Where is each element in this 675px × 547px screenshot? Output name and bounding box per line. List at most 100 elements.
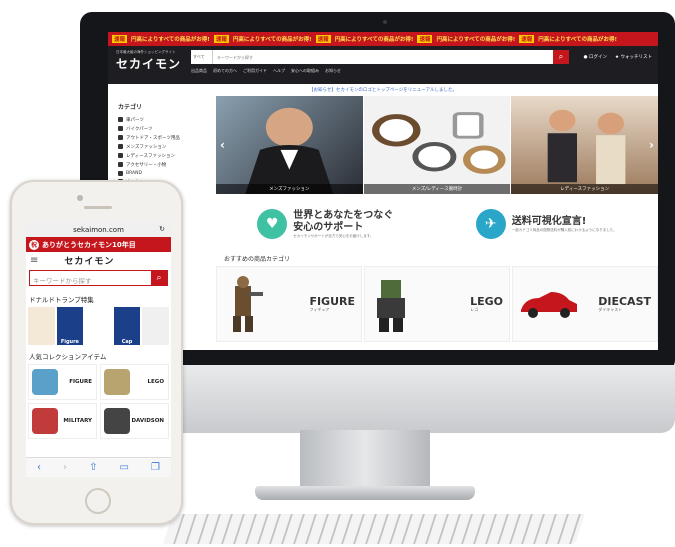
- promo-title: 送料可視化宣言!: [511, 215, 587, 227]
- hero-slide-watches[interactable]: メンズ/レディース腕時計: [363, 96, 511, 194]
- home-button[interactable]: [85, 488, 111, 514]
- hero-carousel[interactable]: メンズファッション メンズ/レディース腕時計 レディースファッション ‹ ›: [216, 96, 658, 194]
- sidebar-item-label: レディースファッション: [126, 153, 175, 159]
- subnav-item[interactable]: ヘルプ: [273, 68, 285, 74]
- tabs-icon[interactable]: ❐: [151, 462, 160, 473]
- ticker-tag: 速報: [213, 35, 229, 43]
- ticker-tag: 速報: [417, 35, 433, 43]
- promo-row: ♥ 世界とあなたをつなぐ 安心のサポート セカイモンサポートが全力で安心をお届け…: [216, 194, 658, 254]
- collection-card-harley[interactable]: HARLEY DAVIDSON: [100, 403, 169, 439]
- promo-title-2: 安心のサポート: [293, 221, 364, 233]
- bookmarks-icon[interactable]: ▭: [120, 462, 129, 473]
- search-input[interactable]: [213, 50, 554, 64]
- ticker-tag: 速報: [519, 35, 535, 43]
- shirt-icon: [118, 144, 123, 149]
- mobile-search-bar: キーワードから探す ⌕: [29, 270, 168, 286]
- search-bar: すべて ⌕: [191, 50, 570, 64]
- trump-section-title: ドナルドトランプ特集: [29, 296, 94, 304]
- sub-navigation: 出品商品 初めての方へ ご利用ガイド ヘルプ 安心への取組み お知らせ: [191, 68, 569, 74]
- chevron-right-icon[interactable]: ›: [649, 138, 654, 152]
- share-icon[interactable]: ⇧: [89, 462, 97, 473]
- address-url: sekaimon.com: [73, 225, 124, 234]
- ticker-text: 円高によりすべての商品がお得!: [131, 37, 210, 43]
- category-card-figure[interactable]: FIGURE フィギュア: [216, 266, 362, 342]
- search-button[interactable]: ⌕: [553, 50, 570, 64]
- hero-slide-ladies[interactable]: レディースファッション: [511, 96, 658, 194]
- sidebar-item-bike-parts[interactable]: バイクパーツ: [114, 124, 212, 133]
- subnav-item[interactable]: ご利用ガイド: [243, 68, 267, 74]
- star-icon: ★: [615, 55, 620, 60]
- user-icon: ●: [583, 55, 588, 60]
- collection-grid: FIGURE LEGO MILITARY HARLEY DAVIDSON: [26, 364, 171, 439]
- category-card-lego[interactable]: LEGO レゴ: [364, 266, 510, 342]
- mobile-logo[interactable]: セカイモン: [64, 254, 114, 267]
- trump-tile[interactable]: [28, 307, 55, 345]
- collection-card-figure[interactable]: FIGURE: [28, 364, 97, 400]
- subnav-item[interactable]: 初めての方へ: [213, 68, 237, 74]
- speaker-grille: [84, 206, 112, 209]
- ticker-tag: 速報: [315, 35, 331, 43]
- category-card-diecast[interactable]: DIECAST ダイキャスト: [512, 266, 658, 342]
- collection-label: LEGO: [147, 379, 164, 385]
- sidebar-item-brand[interactable]: BRAND: [114, 169, 212, 177]
- collection-card-military[interactable]: MILITARY: [28, 403, 97, 439]
- search-category-select[interactable]: すべて: [191, 50, 214, 64]
- sidebar-item-accessories[interactable]: アクセサリー・小物: [114, 160, 212, 169]
- outdoor-icon: [118, 135, 123, 140]
- keyboard: [163, 514, 585, 544]
- logo-block[interactable]: 日本最大級の海外ショッピングサイト セカイモン: [116, 50, 181, 72]
- tile-label: Cap: [121, 339, 133, 345]
- trump-tile[interactable]: Figure: [56, 307, 84, 345]
- back-icon[interactable]: ‹: [37, 462, 41, 473]
- collection-card-lego[interactable]: LEGO: [100, 364, 169, 400]
- promo-support[interactable]: ♥ 世界とあなたをつなぐ 安心のサポート セカイモンサポートが全力で安心をお届け…: [257, 209, 393, 239]
- military-thumb: [32, 408, 58, 434]
- figure-image: [233, 276, 263, 332]
- trump-tile[interactable]: Cap: [113, 307, 141, 345]
- collection-label: FIGURE: [69, 379, 92, 385]
- watchlist-link[interactable]: ★ ウォッチリスト: [615, 54, 652, 60]
- notice-banner[interactable]: 【お知らせ】セカイモンのロゴとトップページをリニューアルしました。: [108, 84, 658, 96]
- category-name: FIGURE: [309, 294, 355, 308]
- hero-caption: メンズファッション: [216, 184, 363, 194]
- sidebar-item-outdoor[interactable]: アウトドア・スポーツ用品: [114, 133, 212, 142]
- mobile-search-button[interactable]: ⌕: [151, 271, 167, 285]
- sidebar-item-label: メンズファッション: [126, 144, 167, 150]
- anniversary-banner[interactable]: 祝 ありがとうセカイモン10年目: [26, 237, 171, 252]
- login-label: ログイン: [589, 55, 608, 60]
- sidebar-item-ladies[interactable]: レディースファッション: [114, 151, 212, 160]
- forward-icon[interactable]: ›: [63, 462, 67, 473]
- motorcycle-thumb: [104, 408, 130, 434]
- login-link[interactable]: ● ログイン: [584, 54, 607, 60]
- sidebar-item-car-parts[interactable]: 車パーツ: [114, 115, 212, 124]
- news-ticker[interactable]: 速報 円高によりすべての商品がお得! 速報 円高によりすべての商品がお得! 速報 円高…: [108, 32, 658, 46]
- category-name: DIECAST: [598, 294, 651, 308]
- address-bar[interactable]: sekaimon.com ↻: [26, 222, 171, 237]
- subnav-item[interactable]: 安心への取組み: [291, 68, 319, 74]
- desktop-screen: 速報 円高によりすべての商品がお得! 速報 円高によりすべての商品がお得! 速報 円高…: [108, 32, 658, 350]
- car-parts-icon: [118, 117, 123, 122]
- figure-thumb: [32, 369, 58, 395]
- promo-title: 世界とあなたをつなぐ: [293, 209, 394, 221]
- sidebar-item-label: BRAND: [126, 170, 142, 176]
- mobile-search-input[interactable]: キーワードから探す: [30, 271, 151, 285]
- subnav-item[interactable]: 出品商品: [191, 68, 207, 74]
- category-name: LEGO: [470, 294, 503, 308]
- ticker-text: 円高によりすべての商品がお得!: [538, 37, 618, 43]
- sidebar-title: カテゴリ: [118, 104, 143, 111]
- reload-icon[interactable]: ↻: [159, 225, 165, 233]
- hamburger-menu-icon[interactable]: ≡: [30, 255, 38, 266]
- chevron-left-icon[interactable]: ‹: [220, 138, 225, 152]
- tile-label: Figure: [60, 339, 79, 345]
- ticker-text: 円高によりすべての商品がお得!: [232, 37, 312, 43]
- ticker-tag: 速報: [112, 35, 128, 43]
- webcam-icon: [383, 20, 387, 24]
- trump-tile[interactable]: [85, 307, 112, 345]
- promo-shipping[interactable]: ✈ 送料可視化宣言! 一部カテゴリ商品の国際送料が購入前にわかるようになりました…: [475, 209, 617, 239]
- banner-text: ありがとうセカイモン10年目: [42, 240, 136, 249]
- sidebar-item-mens[interactable]: メンズファッション: [114, 142, 212, 151]
- site-logo[interactable]: セカイモン: [116, 55, 181, 72]
- hero-slide-mens[interactable]: メンズファッション: [216, 96, 363, 194]
- trump-tile[interactable]: [142, 307, 169, 345]
- subnav-item[interactable]: お知らせ: [325, 68, 341, 74]
